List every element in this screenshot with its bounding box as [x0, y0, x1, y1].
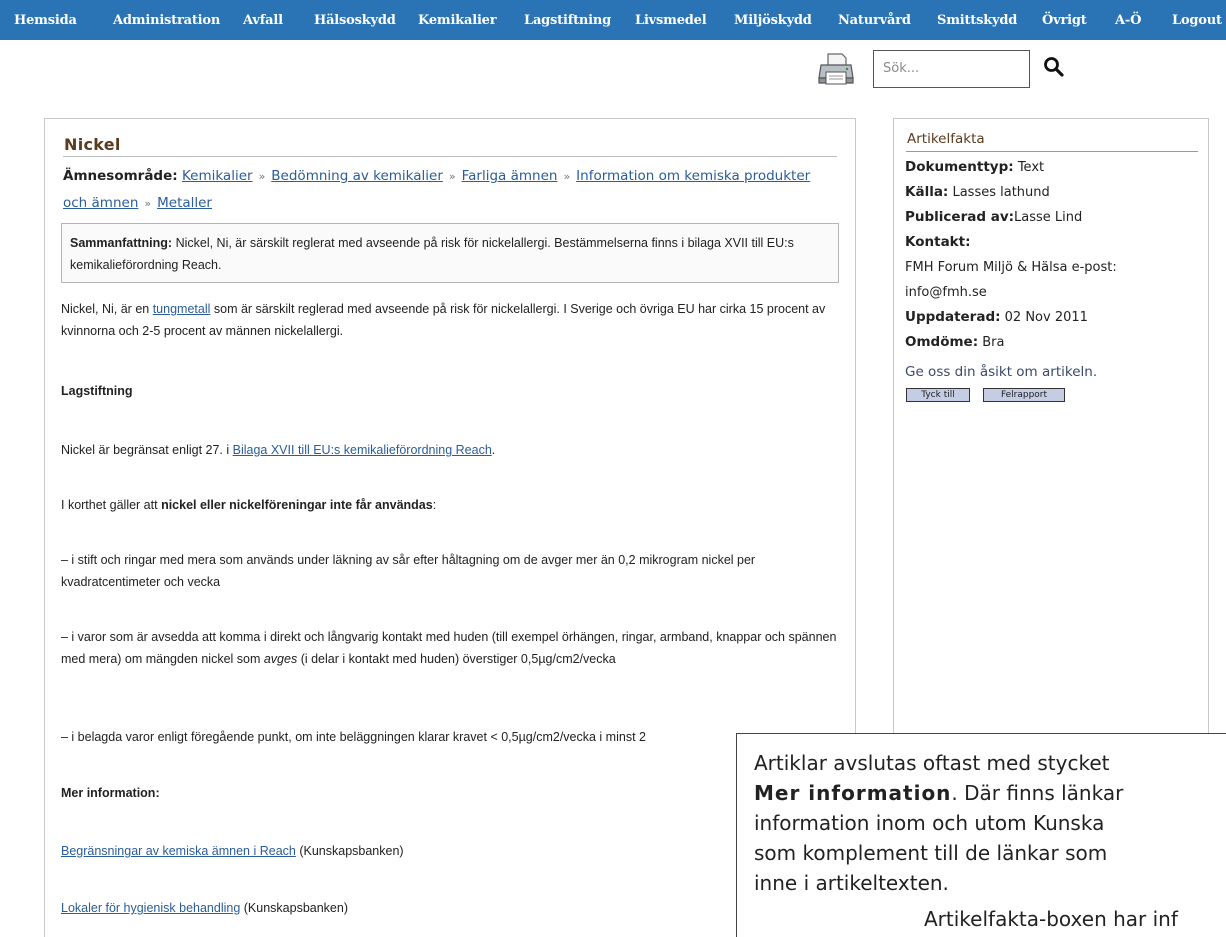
article-title: Nickel — [64, 135, 121, 154]
callout-line: Artiklar avslutas oftast med stycket — [754, 751, 1110, 775]
nav-item-kemikalier[interactable]: Kemikalier — [418, 13, 497, 28]
callout-line: information inom och utom Kunska — [754, 811, 1105, 835]
fact-contact-email: info@fmh.se — [905, 285, 987, 300]
intro-paragraph: Nickel, Ni, är en tungmetall som är särs… — [61, 302, 826, 338]
breadcrumb-bedomning[interactable]: Bedömning av kemikalier — [271, 168, 443, 184]
breadcrumb-kemikalier[interactable]: Kemikalier — [182, 168, 253, 184]
fact-contact-line: FMH Forum Miljö & Hälsa e-post: — [905, 260, 1117, 275]
nav-item-avfall[interactable]: Avfall — [243, 13, 283, 28]
callout-line: som komplement till de länkar som — [754, 841, 1108, 865]
more-info-item: Lokaler för hygienisk behandling (Kunska… — [61, 901, 348, 915]
summary-text: Nickel, Ni, är särskilt reglerat med avs… — [70, 236, 794, 272]
search-placeholder: Sök... — [883, 61, 920, 76]
nav-item-lagstiftning[interactable]: Lagstiftning — [524, 13, 611, 28]
magnifier-icon[interactable] — [1043, 56, 1065, 78]
felrapport-button[interactable]: Felrapport — [983, 388, 1065, 402]
callout-line: inne i artikeltexten. — [754, 871, 949, 895]
link-tungmetall[interactable]: tungmetall — [153, 302, 211, 316]
paragraph-korthet: I korthet gäller att nickel eller nickel… — [61, 498, 437, 512]
breadcrumb-label: Ämnesområde: — [63, 168, 178, 184]
feedback-prompt: Ge oss din åsikt om artikeln. — [905, 364, 1098, 380]
paragraph-varor: – i varor som är avsedda att komma i dir… — [61, 630, 837, 666]
nav-item-miljoskydd[interactable]: Miljöskydd — [734, 13, 812, 28]
tyck-till-button[interactable]: Tyck till — [906, 388, 970, 402]
fact-published: Publicerad av:Lasse Lind — [905, 209, 1083, 225]
callout-line: Artikelfakta-boxen har inf — [924, 907, 1178, 931]
more-info-item: Begränsningar av kemiska ämnen i Reach (… — [61, 844, 404, 858]
facts-list: Dokumenttyp: Text Källa: Lasses lathund … — [905, 155, 1205, 355]
nav-item-logout[interactable]: Logout — [1172, 13, 1222, 28]
tutorial-callout: Artiklar avslutas oftast med stycket Mer… — [736, 733, 1226, 937]
nav-item-administration[interactable]: Administration — [113, 13, 220, 28]
heading-mer-information: Mer information: — [61, 786, 160, 800]
fact-rating: Omdöme: Bra — [905, 334, 1005, 350]
link-begransningar[interactable]: Begränsningar av kemiska ämnen i Reach — [61, 844, 296, 858]
callout-line: Mer information. Där finns länkar — [754, 781, 1124, 805]
facts-divider — [906, 151, 1198, 152]
heading-lagstiftning: Lagstiftning — [61, 384, 133, 398]
link-lokaler[interactable]: Lokaler för hygienisk behandling — [61, 901, 240, 915]
nav-item-livsmedel[interactable]: Livsmedel — [635, 13, 707, 28]
nav-item-ovrigt[interactable]: Övrigt — [1042, 13, 1087, 28]
nav-item-a-o[interactable]: A-Ö — [1115, 13, 1141, 28]
fact-doc-type: Dokumenttyp: Text — [905, 159, 1045, 175]
fact-source: Källa: Lasses lathund — [905, 184, 1050, 200]
nav-item-naturvard[interactable]: Naturvård — [838, 13, 911, 28]
paragraph-stift: – i stift och ringar med mera som använd… — [61, 553, 756, 589]
title-divider — [63, 156, 837, 157]
article-panel: Nickel Ämnesområde: Kemikalier» Bedömning… — [44, 118, 856, 937]
top-navigation: Hemsida Administration Avfall Hälsoskydd… — [0, 0, 1226, 40]
link-bilaga-xvii[interactable]: Bilaga XVII till EU:s kemikalieförordnin… — [233, 443, 492, 457]
fact-updated: Uppdaterad: 02 Nov 2011 — [905, 309, 1088, 325]
paragraph-belagda: – i belagda varor enligt föregående punk… — [61, 730, 646, 744]
breadcrumb: Ämnesområde: Kemikalier» Bedömning av kem… — [63, 168, 811, 211]
breadcrumb-farliga-amnen[interactable]: Farliga ämnen — [462, 168, 558, 184]
breadcrumb-metaller[interactable]: Metaller — [157, 195, 212, 211]
search-input[interactable]: Sök... — [873, 50, 1030, 88]
nav-item-smittskydd[interactable]: Smittskydd — [937, 13, 1017, 28]
nav-item-hemsida[interactable]: Hemsida — [14, 13, 77, 28]
summary-box: Sammanfattning: Nickel, Ni, är särskilt … — [61, 223, 839, 283]
paragraph-bilaga: Nickel är begränsat enligt 27. i Bilaga … — [61, 443, 496, 457]
printer-icon[interactable] — [818, 52, 854, 86]
summary-label: Sammanfattning: — [70, 236, 173, 250]
facts-title: Artikelfakta — [907, 131, 985, 147]
fact-contact: Kontakt: — [905, 234, 971, 250]
nav-item-halsoskydd[interactable]: Hälsoskydd — [314, 13, 396, 28]
